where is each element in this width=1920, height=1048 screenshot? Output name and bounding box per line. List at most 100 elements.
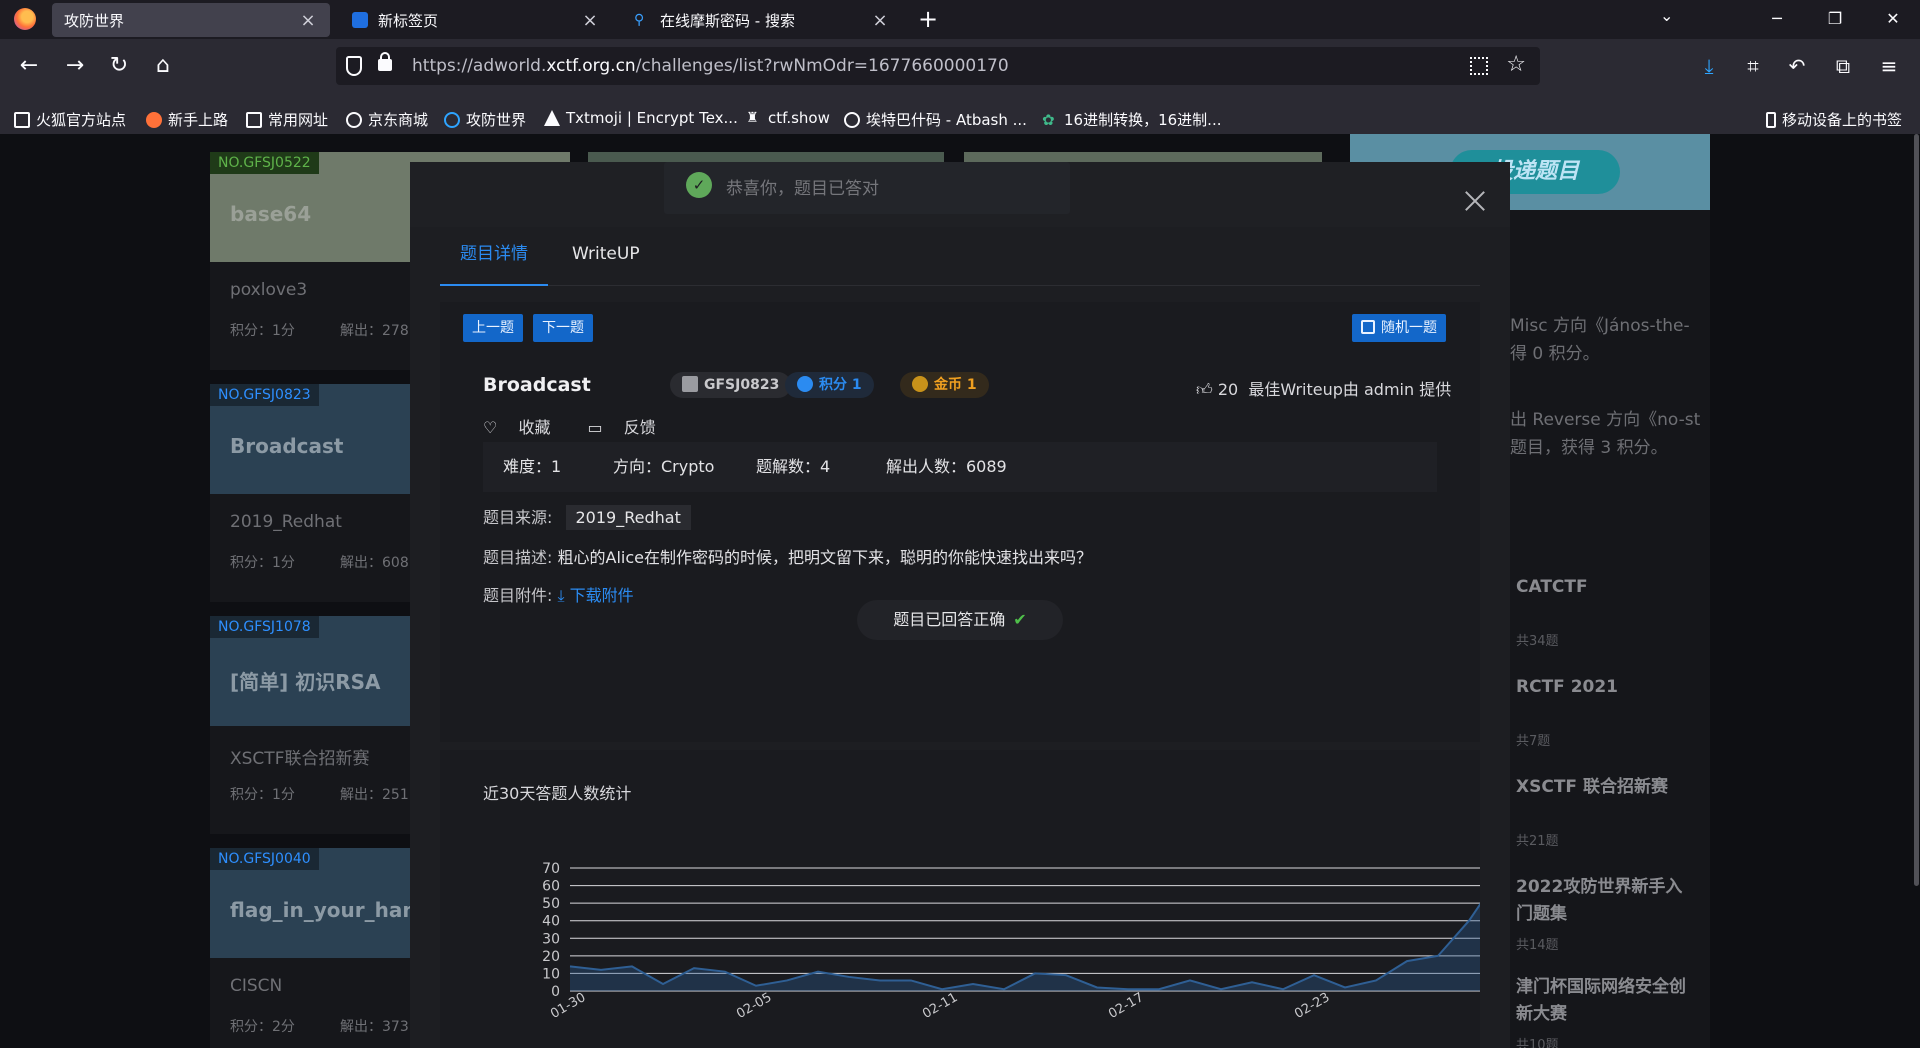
event-title[interactable]: RCTF 2021	[1516, 674, 1618, 701]
card-score: 积分：1分	[230, 787, 295, 803]
y-tick-label: 50	[542, 896, 560, 912]
tab-search[interactable]: ⚲ 在线摩斯密码 - 搜索 ×	[622, 3, 902, 37]
tracking-shield-icon[interactable]	[346, 56, 362, 76]
download-icon: ⤓	[557, 586, 565, 605]
source-label: 题目来源:	[483, 508, 553, 527]
bookmark-item[interactable]: 攻防世界	[444, 109, 526, 130]
card-number: NO.GFSJ0522	[210, 152, 319, 174]
bookmark-item[interactable]: 京东商城	[346, 109, 428, 130]
event-count: 共21题	[1516, 834, 1559, 849]
tab-close-icon[interactable]: ×	[298, 10, 318, 31]
undo-icon[interactable]: ↶	[1780, 49, 1814, 83]
close-window-button[interactable]: ✕	[1870, 4, 1916, 34]
reload-icon[interactable]: ↻	[102, 49, 136, 83]
random-challenge-button[interactable]: 随机一题	[1352, 314, 1446, 342]
challenge-name: Broadcast	[483, 374, 591, 396]
tab-list-chevron-icon[interactable]: ⌄	[1660, 6, 1673, 25]
event-title[interactable]: 津门杯国际网络安全创新大赛	[1516, 974, 1696, 1028]
qr-code-icon[interactable]	[1470, 57, 1488, 75]
challenge-actions: ♡ 收藏 ▭ 反馈	[483, 414, 688, 438]
feed-line: 题目，获得 3 积分。	[1510, 438, 1668, 458]
page-scrollbar[interactable]	[1913, 134, 1920, 1048]
category: 方向：Crypto	[613, 457, 715, 476]
browser-tabbar: 攻防世界 × 新标签页 × ⚲ 在线摩斯密码 - 搜索 × + ⌄ ─ ❐ ✕	[0, 0, 1920, 39]
event-count: 共34题	[1516, 634, 1559, 649]
newtab-favicon-icon	[352, 12, 368, 28]
bookmark-item[interactable]: ♜ ctf.show	[746, 109, 830, 127]
bookmark-item[interactable]: ✿ 16进制转换，16进制...	[1042, 109, 1221, 130]
x-tick-label: 02-11	[920, 990, 960, 1022]
folder-icon	[14, 111, 30, 128]
check-circle-icon: ✓	[686, 172, 712, 198]
bookmark-item[interactable]: 移动设备上的书签	[1766, 109, 1902, 130]
extensions-icon[interactable]: ⧉	[1826, 49, 1860, 83]
feed-line: 出 Reverse 方向《no-st	[1510, 410, 1701, 430]
card-source: poxlove3	[230, 280, 308, 300]
coin-icon	[912, 376, 928, 392]
event-count: 共10题	[1516, 1038, 1559, 1048]
tab-title: 在线摩斯密码 - 搜索	[660, 11, 795, 30]
feedback-button[interactable]: ▭ 反馈	[588, 418, 672, 437]
tab-writeup[interactable]: WriteUP	[552, 240, 660, 286]
best-writeup-text[interactable]: 最佳Writeup由 admin 提供	[1248, 380, 1451, 399]
firefox-menu-icon[interactable]	[14, 8, 36, 30]
prev-challenge-button[interactable]: 上一题	[463, 314, 523, 342]
downloads-icon[interactable]: ⤓	[1692, 49, 1726, 83]
lock-icon[interactable]	[378, 52, 392, 71]
points-hex-icon	[797, 376, 813, 392]
coins-chip: 金币 1	[900, 372, 989, 398]
answered-badge: 题目已回答正确 ✔	[857, 600, 1063, 640]
bookmark-item[interactable]: Txtmoji | Encrypt Tex...	[544, 109, 738, 127]
event-count: 共7题	[1516, 734, 1551, 749]
minimize-button[interactable]: ─	[1754, 4, 1800, 34]
favorite-button[interactable]: ♡ 收藏	[483, 418, 566, 437]
card-source: XSCTF联合招新赛	[230, 749, 370, 769]
card-number: NO.GFSJ0040	[210, 848, 319, 870]
forward-arrow-icon[interactable]: →	[58, 49, 92, 83]
tab-close-icon[interactable]: ×	[870, 10, 890, 31]
crop-screenshot-icon[interactable]: ⌗	[1736, 49, 1770, 83]
tab-details[interactable]: 题目详情	[440, 240, 548, 286]
source-row: 题目来源: 2019_Redhat	[483, 504, 691, 530]
description-label: 题目描述:	[483, 548, 553, 567]
event-title[interactable]: 2022攻防世界新手入门题集	[1516, 874, 1696, 928]
home-icon[interactable]: ⌂	[146, 49, 180, 83]
tab-adworld[interactable]: 攻防世界 ×	[52, 3, 330, 37]
restore-button[interactable]: ❐	[1812, 4, 1858, 34]
x-tick-label: 02-23	[1292, 990, 1332, 1022]
bookmark-item[interactable]: 埃特巴什码 - Atbash ...	[844, 109, 1027, 130]
address-bar[interactable]: https://adworld.xctf.org.cn/challenges/l…	[336, 47, 1540, 85]
app-menu-icon[interactable]: ≡	[1872, 49, 1906, 83]
random-challenge-label: 随机一题	[1381, 320, 1437, 336]
likes-count: 20	[1217, 380, 1239, 399]
thumbs-up-icon[interactable]: 👍︎	[1196, 380, 1213, 399]
bookmark-label: ctf.show	[768, 109, 830, 127]
bookmark-item[interactable]: 火狐官方站点	[14, 109, 126, 130]
url-text[interactable]: https://adworld.xctf.org.cn/challenges/l…	[412, 56, 1009, 76]
feed-line: 得 0 积分。	[1510, 344, 1600, 364]
bookmark-item[interactable]: 新手上路	[146, 109, 228, 130]
bookmark-item[interactable]: 常用网址	[246, 109, 328, 130]
browser-navbar: ← → ↻ ⌂ https://adworld.xctf.org.cn/chal…	[0, 39, 1920, 106]
next-challenge-button[interactable]: 下一题	[533, 314, 593, 342]
new-tab-button[interactable]: +	[912, 4, 944, 36]
challenge-stats: 难度：1 方向：Crypto 题解数：4 解出人数：6089	[483, 442, 1437, 492]
x-tick-label: 02-17	[1106, 990, 1146, 1022]
tab-newtab[interactable]: 新标签页 ×	[340, 3, 612, 37]
card-title: base64	[230, 202, 312, 226]
download-attachment-link[interactable]: ⤓ 下载附件	[558, 586, 634, 605]
bookmark-label: 新手上路	[168, 111, 229, 129]
event-title[interactable]: CATCTF	[1516, 574, 1588, 601]
hex-convert-icon: ✿	[1042, 110, 1055, 129]
close-icon[interactable]	[1460, 186, 1490, 216]
scrollbar-thumb[interactable]	[1914, 134, 1919, 886]
card-score: 积分：2分	[230, 1019, 295, 1035]
tab-close-icon[interactable]: ×	[580, 10, 600, 31]
event-title[interactable]: XSCTF 联合招新赛	[1516, 774, 1668, 801]
back-arrow-icon[interactable]: ←	[12, 49, 46, 83]
points-chip: 积分 1	[785, 372, 874, 398]
y-tick-label: 10	[542, 966, 560, 982]
stats-chart-panel: 近30天答题人数统计 0 10 20 30 40 50 60 70 01-30 02-05 02-1…	[440, 750, 1480, 1048]
bookmark-star-icon[interactable]: ☆	[1506, 52, 1526, 77]
bookmark-label: 火狐官方站点	[36, 111, 127, 129]
